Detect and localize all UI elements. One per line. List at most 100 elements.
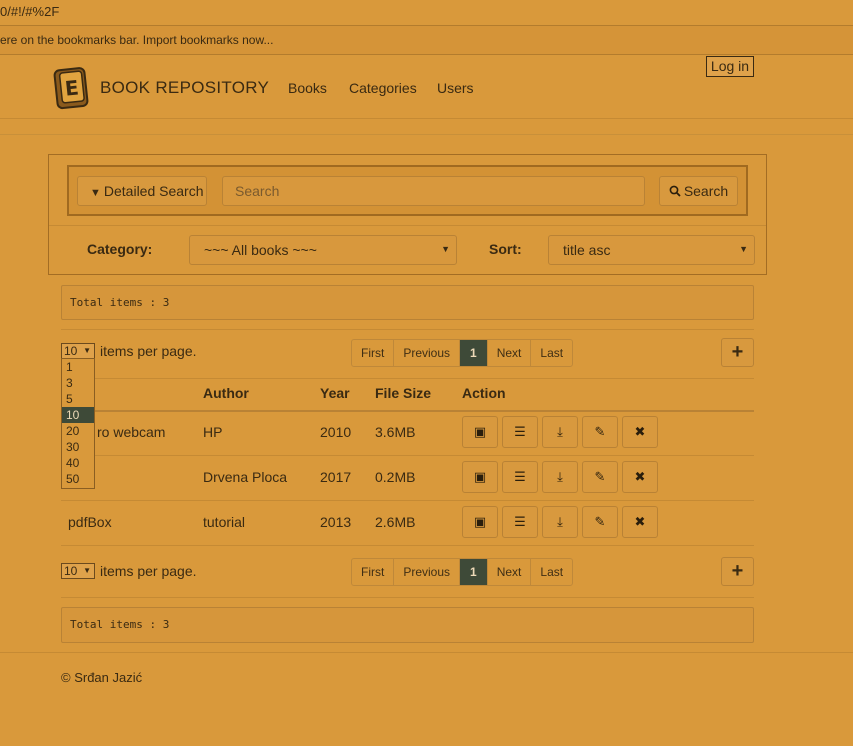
per-page-select-bottom[interactable]: 10 ▼ <box>61 563 95 579</box>
delete-icon[interactable]: ✖ <box>622 416 658 448</box>
row-3-year: 2013 <box>320 514 352 530</box>
edit-icon[interactable]: ✎ <box>582 461 618 493</box>
details-icon[interactable]: ☰ <box>502 416 538 448</box>
divider <box>0 134 853 135</box>
header-border <box>61 410 754 412</box>
per-page-option[interactable]: 1 <box>62 359 94 375</box>
nav-link-categories[interactable]: Categories <box>349 80 417 96</box>
svg-text:E: E <box>64 75 80 100</box>
per-page-option[interactable]: 50 <box>62 471 94 487</box>
per-page-option[interactable]: 3 <box>62 375 94 391</box>
edit-icon[interactable]: ✎ <box>582 416 618 448</box>
footer-copyright: © Srđan Jazić <box>61 670 143 685</box>
page-previous[interactable]: Previous <box>394 559 461 585</box>
header-year: Year <box>320 385 350 401</box>
url-bar[interactable]: 0/#!/#%2F <box>0 0 853 26</box>
header-action: Action <box>462 385 506 401</box>
total-items-bottom: Total items : 3 <box>61 607 754 643</box>
row-3-author: tutorial <box>203 514 246 530</box>
per-page-value: 10 <box>64 564 78 578</box>
row-border <box>61 500 754 501</box>
page-current[interactable]: 1 <box>460 340 488 366</box>
header-author: Author <box>203 385 249 401</box>
row-1-author: HP <box>203 424 223 440</box>
page-last[interactable]: Last <box>531 340 572 366</box>
category-label: Category: <box>87 241 153 257</box>
divider <box>61 545 754 546</box>
sort-label: Sort: <box>489 241 522 257</box>
search-button-label: Search <box>683 183 729 199</box>
per-page-option[interactable]: 5 <box>62 391 94 407</box>
book-logo-icon[interactable]: E <box>52 65 92 111</box>
delete-icon[interactable]: ✖ <box>622 506 658 538</box>
search-icon <box>669 178 681 206</box>
row-3-title: pdfBox <box>68 514 112 530</box>
download-icon[interactable]: ⤓ <box>542 461 578 493</box>
image-icon[interactable]: ▣ <box>462 506 498 538</box>
per-page-select[interactable]: 10 ▼ <box>61 343 95 359</box>
add-book-button-bottom[interactable]: + <box>721 557 754 586</box>
page-next[interactable]: Next <box>488 559 532 585</box>
per-page-option[interactable]: 40 <box>62 455 94 471</box>
per-page-option-selected[interactable]: 10 <box>62 407 94 423</box>
download-icon[interactable]: ⤓ <box>542 416 578 448</box>
nav-link-books[interactable]: Books <box>288 80 327 96</box>
sort-select[interactable]: title asc ▼ <box>548 235 755 265</box>
pagination: First Previous 1 Next Last <box>351 339 574 367</box>
page-next[interactable]: Next <box>488 340 532 366</box>
panel-divider <box>49 225 766 226</box>
row-1-title: ro webcam <box>97 424 166 440</box>
search-button[interactable]: Search <box>659 176 738 206</box>
search-bar: ▼ Detailed Search Search Search <box>67 165 748 216</box>
download-icon[interactable]: ⤓ <box>542 506 578 538</box>
per-page-label: items per page. <box>100 343 197 359</box>
search-input[interactable]: Search <box>222 176 645 206</box>
per-page-option[interactable]: 20 <box>62 423 94 439</box>
category-select[interactable]: ~~~ All books ~~~ ▼ <box>189 235 457 265</box>
details-icon[interactable]: ☰ <box>502 461 538 493</box>
delete-icon[interactable]: ✖ <box>622 461 658 493</box>
page-previous[interactable]: Previous <box>394 340 461 366</box>
per-page-label: items per page. <box>100 563 197 579</box>
image-icon[interactable]: ▣ <box>462 461 498 493</box>
search-panel: ▼ Detailed Search Search Search Category:… <box>48 154 767 275</box>
table-top-border <box>61 378 754 379</box>
page-first[interactable]: First <box>352 340 395 366</box>
per-page-value: 10 <box>64 344 78 358</box>
add-book-button[interactable]: + <box>721 338 754 367</box>
url-text: 0/#!/#%2F <box>0 4 60 19</box>
detailed-search-label: Detailed Search <box>103 183 204 199</box>
chevron-down-icon: ▼ <box>83 566 91 575</box>
login-button[interactable]: Log in <box>706 56 754 77</box>
row-3-size: 2.6MB <box>375 514 416 530</box>
chevron-down-icon: ▼ <box>441 244 450 254</box>
detailed-search-button[interactable]: ▼ Detailed Search <box>77 176 207 206</box>
edit-icon[interactable]: ✎ <box>582 506 618 538</box>
caret-down-icon: ▼ <box>90 187 101 199</box>
per-page-dropdown: 1 3 5 10 20 30 40 50 <box>61 358 95 489</box>
row-border <box>61 455 754 456</box>
sort-value: title asc <box>563 242 611 258</box>
row-2-year: 2017 <box>320 469 352 485</box>
pagination-bottom: First Previous 1 Next Last <box>351 558 574 586</box>
image-icon[interactable]: ▣ <box>462 416 498 448</box>
chevron-down-icon: ▼ <box>83 346 91 355</box>
details-icon[interactable]: ☰ <box>502 506 538 538</box>
divider <box>61 597 754 598</box>
page-first[interactable]: First <box>352 559 395 585</box>
footer-divider <box>0 652 853 653</box>
per-page-option[interactable]: 30 <box>62 439 94 455</box>
page-current[interactable]: 1 <box>460 559 488 585</box>
page-last[interactable]: Last <box>531 559 572 585</box>
brand-title[interactable]: BOOK REPOSITORY <box>100 78 269 98</box>
nav-link-users[interactable]: Users <box>437 80 474 96</box>
row-1-size: 3.6MB <box>375 424 416 440</box>
row-1-year: 2010 <box>320 424 352 440</box>
row-2-size: 0.2MB <box>375 469 416 485</box>
chevron-down-icon: ▼ <box>739 244 748 254</box>
row-2-author: Drvena Ploca <box>203 469 288 485</box>
bookmarks-hint[interactable]: ere on the bookmarks bar. Import bookmar… <box>0 33 273 47</box>
bookmarks-bar: ere on the bookmarks bar. Import bookmar… <box>0 26 853 55</box>
navbar: E BOOK REPOSITORY Books Categories Users… <box>0 55 853 119</box>
header-file-size: File Size <box>375 385 432 401</box>
